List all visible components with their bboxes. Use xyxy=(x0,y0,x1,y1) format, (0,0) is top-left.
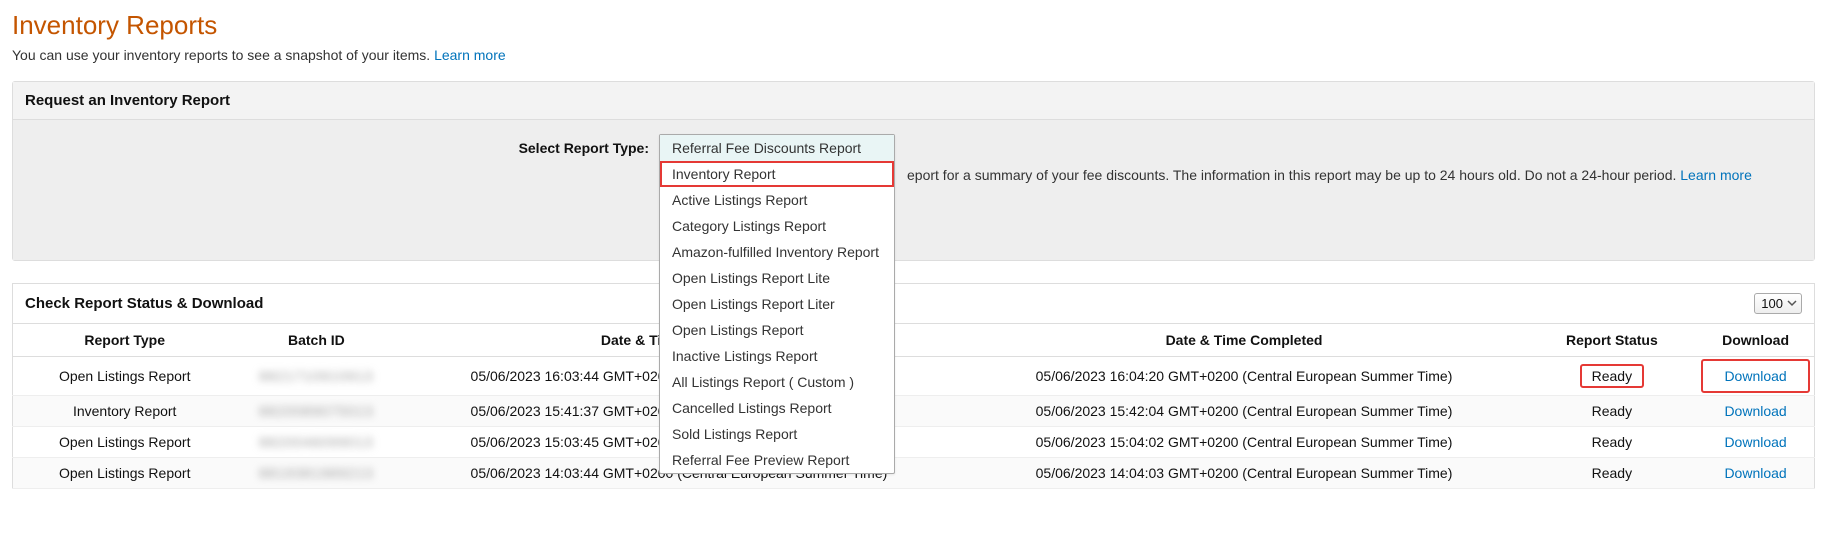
col-download: Download xyxy=(1697,324,1814,357)
report-type-dropdown[interactable]: Referral Fee Discounts ReportInventory R… xyxy=(659,134,895,474)
col-report-status: Report Status xyxy=(1527,324,1698,357)
table-row: Open Listings Report8820046099013 05/06/2… xyxy=(13,427,1815,458)
download-link[interactable]: Download xyxy=(1724,368,1786,384)
table-header-row: Report Type Batch ID Date & Time Request… xyxy=(13,324,1815,357)
cell-report-status: Ready xyxy=(1527,458,1698,489)
cell-report-type: Inventory Report xyxy=(13,396,237,427)
cell-report-status: Ready xyxy=(1527,396,1698,427)
status-panel-header: Check Report Status & Download xyxy=(25,295,263,312)
dropdown-option[interactable]: Open Listings Report Liter xyxy=(660,291,894,317)
cell-download: Download xyxy=(1697,357,1814,396)
download-link[interactable]: Download xyxy=(1724,434,1786,450)
dropdown-option[interactable]: Cancelled Listings Report xyxy=(660,395,894,421)
request-report-body: Select Report Type: Referral Fee Discoun… xyxy=(13,120,1814,260)
dropdown-option[interactable]: Inventory Report xyxy=(660,161,894,187)
dropdown-option[interactable]: Amazon-fulfilled Inventory Report xyxy=(660,239,894,265)
dropdown-option[interactable]: Referral Fee Discounts Report xyxy=(660,135,894,161)
table-row: Open Listings Report8821710910913 05/06/2… xyxy=(13,357,1815,396)
cell-batch-id: 8820089075013 xyxy=(236,396,396,427)
table-row: Open Listings Report8819381989213 05/06/2… xyxy=(13,458,1815,489)
report-description: eport for a summary of your fee discount… xyxy=(895,134,1798,188)
cell-date-completed: 05/06/2023 14:04:03 GMT+0200 (Central Eu… xyxy=(961,458,1526,489)
cell-date-completed: 05/06/2023 15:04:02 GMT+0200 (Central Eu… xyxy=(961,427,1526,458)
cell-report-type: Open Listings Report xyxy=(13,427,237,458)
dropdown-option[interactable]: Referral Fee Preview Report xyxy=(660,447,894,473)
reports-table: Report Type Batch ID Date & Time Request… xyxy=(12,323,1815,489)
page-subtitle: You can use your inventory reports to se… xyxy=(12,47,1815,63)
learn-more-link[interactable]: Learn more xyxy=(434,47,506,63)
cell-batch-id: 8821710910913 xyxy=(236,357,396,396)
request-report-panel: Request an Inventory Report Select Repor… xyxy=(12,81,1815,261)
col-report-type: Report Type xyxy=(13,324,237,357)
cell-download: Download xyxy=(1697,396,1814,427)
dropdown-option[interactable]: Inactive Listings Report xyxy=(660,343,894,369)
status-panel-header-row: Check Report Status & Download 100 xyxy=(12,283,1815,323)
cell-report-status: Ready xyxy=(1527,427,1698,458)
cell-download: Download xyxy=(1697,458,1814,489)
cell-report-status: Ready xyxy=(1527,357,1698,396)
page-size-value: 100 xyxy=(1761,296,1783,311)
dropdown-option[interactable]: Category Listings Report xyxy=(660,213,894,239)
col-date-completed: Date & Time Completed xyxy=(961,324,1526,357)
chevron-down-icon xyxy=(1787,296,1797,311)
page-title: Inventory Reports xyxy=(12,10,1815,41)
download-link[interactable]: Download xyxy=(1724,465,1786,481)
cell-date-completed: 05/06/2023 16:04:20 GMT+0200 (Central Eu… xyxy=(961,357,1526,396)
dropdown-option[interactable]: Active Listings Report xyxy=(660,187,894,213)
description-learn-more-link[interactable]: Learn more xyxy=(1680,167,1752,183)
report-description-text: eport for a summary of your fee discount… xyxy=(907,167,1680,183)
cell-download: Download xyxy=(1697,427,1814,458)
cell-batch-id: 8820046099013 xyxy=(236,427,396,458)
dropdown-option[interactable]: All Listings Report ( Custom ) xyxy=(660,369,894,395)
cell-report-type: Open Listings Report xyxy=(13,458,237,489)
table-row: Inventory Report8820089075013 05/06/2023 … xyxy=(13,396,1815,427)
request-report-header: Request an Inventory Report xyxy=(13,82,1814,120)
download-link[interactable]: Download xyxy=(1724,403,1786,419)
page-size-select[interactable]: 100 xyxy=(1754,293,1802,314)
select-report-type-label: Select Report Type: xyxy=(29,134,659,156)
col-batch-id: Batch ID xyxy=(236,324,396,357)
cell-report-type: Open Listings Report xyxy=(13,357,237,396)
dropdown-option[interactable]: Sold Listings Report xyxy=(660,421,894,447)
dropdown-option[interactable]: Open Listings Report Lite xyxy=(660,265,894,291)
cell-date-completed: 05/06/2023 15:42:04 GMT+0200 (Central Eu… xyxy=(961,396,1526,427)
cell-batch-id: 8819381989213 xyxy=(236,458,396,489)
subtitle-text: You can use your inventory reports to se… xyxy=(12,47,434,63)
dropdown-option[interactable]: Open Listings Report xyxy=(660,317,894,343)
